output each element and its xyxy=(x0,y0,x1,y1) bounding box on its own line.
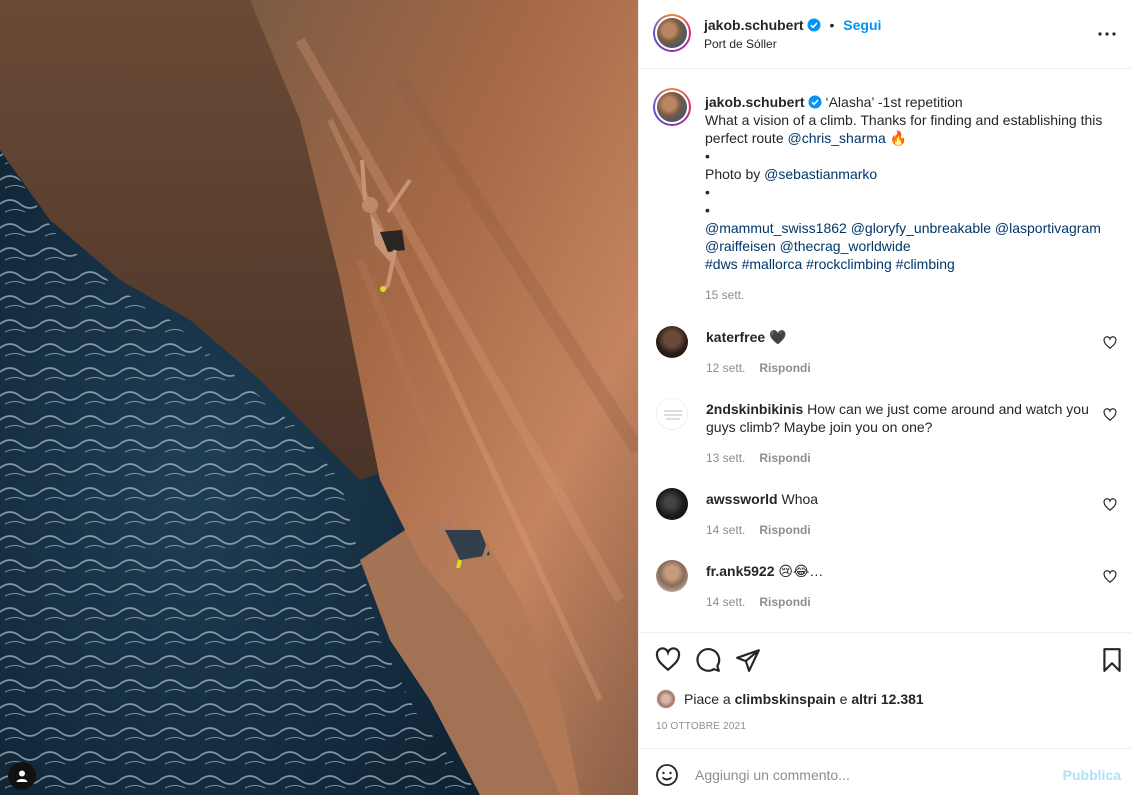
caption-intro: ‘Alasha’ -1st repetition xyxy=(825,94,963,110)
caption-timestamp[interactable]: 15 sett. xyxy=(705,288,744,302)
user-tag-button[interactable] xyxy=(8,762,36,790)
comment-input[interactable] xyxy=(695,763,1045,787)
likes-summary: Piace a climbskinspain e altri 12.381 xyxy=(656,689,924,709)
comment-text: Whoa xyxy=(781,491,819,507)
caption-bullet: • xyxy=(705,184,710,200)
heart-icon[interactable] xyxy=(1103,336,1117,350)
mention-link[interactable]: @sebastianmarko xyxy=(764,166,877,182)
publish-button[interactable]: Pubblica xyxy=(1063,767,1121,783)
caption-bullet: • xyxy=(705,148,710,164)
heart-icon[interactable] xyxy=(1103,408,1117,422)
commenter-avatar[interactable] xyxy=(656,398,688,430)
comment-meta: 14 sett. Rispondi xyxy=(706,523,811,537)
fire-emoji: 🔥 xyxy=(889,130,908,146)
comment-timestamp[interactable]: 12 sett. xyxy=(706,361,745,375)
commenter-username[interactable]: katerfree xyxy=(706,329,765,345)
bookmark-icon[interactable] xyxy=(1099,647,1125,673)
hashtag-link[interactable]: #rockclimbing xyxy=(806,256,892,272)
commenter-avatar[interactable] xyxy=(656,326,688,358)
climbing-photo-illustration xyxy=(0,0,638,795)
commenter-username[interactable]: fr.ank5922 xyxy=(706,563,775,579)
post-date[interactable]: 10 OTTOBRE 2021 xyxy=(656,721,746,732)
hashtag-link[interactable]: #mallorca xyxy=(742,256,803,272)
comment-text-line: 2ndskinbikinis How can we just come arou… xyxy=(706,400,1106,436)
mention-link[interactable]: @gloryfy_unbreakable xyxy=(851,220,991,236)
mention-link[interactable]: @thecrag_worldwide xyxy=(780,238,911,254)
comment-timestamp[interactable]: 14 sett. xyxy=(706,595,745,609)
comment-bubble-icon[interactable] xyxy=(695,647,721,673)
commenter-avatar[interactable] xyxy=(656,560,688,592)
likes-prefix: Piace a xyxy=(684,691,731,707)
post-location[interactable]: Port de Sóller xyxy=(704,37,777,51)
mention-link[interactable]: @raiffeisen xyxy=(705,238,776,254)
add-comment-bar: Pubblica xyxy=(639,748,1131,795)
commenter-avatar[interactable] xyxy=(656,488,688,520)
commenter-username[interactable]: 2ndskinbikinis xyxy=(706,401,803,417)
likes-middle: e xyxy=(839,691,848,707)
verified-badge-icon xyxy=(807,18,821,32)
comment-text: 😢😂… xyxy=(778,563,824,579)
post-header: jakob.schubert • Segui Port de Sóller xyxy=(639,0,1131,69)
comment-text-line: awssworld Whoa xyxy=(706,490,1106,508)
hashtag-link[interactable]: #dws xyxy=(705,256,738,272)
heart-icon[interactable] xyxy=(1103,570,1117,584)
reply-button[interactable]: Rispondi xyxy=(759,595,810,609)
post-side-panel: jakob.schubert • Segui Port de Sóller ja… xyxy=(638,0,1131,795)
post-caption: jakob.schubert ‘Alasha’ -1st repetition … xyxy=(705,93,1115,273)
comment-timestamp[interactable]: 14 sett. xyxy=(706,523,745,537)
comment-text-line: fr.ank5922 😢😂… xyxy=(706,562,1106,580)
reply-button[interactable]: Rispondi xyxy=(759,523,810,537)
follow-button[interactable]: Segui xyxy=(843,17,881,33)
more-options-button[interactable] xyxy=(1095,24,1119,44)
reply-button[interactable]: Rispondi xyxy=(759,451,810,465)
photo-credit-label: Photo by xyxy=(705,166,765,182)
user-tag-icon xyxy=(16,770,28,782)
comment-meta: 12 sett. Rispondi xyxy=(706,361,811,375)
commenter-username[interactable]: awssworld xyxy=(706,491,778,507)
smiley-icon[interactable] xyxy=(655,763,679,787)
post-photo[interactable] xyxy=(0,0,638,795)
verified-badge-icon xyxy=(808,95,822,109)
mention-link[interactable]: @mammut_swiss1862 xyxy=(705,220,847,236)
separator-dot: • xyxy=(829,17,835,33)
paper-plane-icon[interactable] xyxy=(735,647,761,673)
liker-avatar[interactable] xyxy=(656,689,676,709)
comment-timestamp[interactable]: 13 sett. xyxy=(706,451,745,465)
hashtag-link[interactable]: #climbing xyxy=(896,256,955,272)
comment-meta: 14 sett. Rispondi xyxy=(706,595,811,609)
reply-button[interactable]: Rispondi xyxy=(759,361,810,375)
mention-link[interactable]: @chris_sharma xyxy=(788,130,886,146)
brand-logo-icon xyxy=(664,410,682,420)
author-username[interactable]: jakob.schubert xyxy=(704,17,804,33)
likes-count-link[interactable]: altri 12.381 xyxy=(851,691,923,707)
caption-bullet: • xyxy=(705,202,710,218)
comment-text-line: katerfree 🖤 xyxy=(706,328,1106,346)
heart-icon[interactable] xyxy=(1103,498,1117,512)
liker-username[interactable]: climbskinspain xyxy=(735,691,836,707)
caption-author-avatar[interactable] xyxy=(653,88,691,126)
more-options-icon xyxy=(1098,32,1116,36)
header-user-line: jakob.schubert • Segui xyxy=(704,17,881,33)
heart-icon[interactable] xyxy=(655,647,681,673)
post-actions: Piace a climbskinspain e altri 12.381 10… xyxy=(639,632,1131,748)
mention-link[interactable]: @lasportivagram xyxy=(995,220,1101,236)
comment-text: 🖤 xyxy=(769,329,787,345)
comment-meta: 13 sett. Rispondi xyxy=(706,451,811,465)
author-avatar[interactable] xyxy=(653,14,691,52)
caption-username[interactable]: jakob.schubert xyxy=(705,94,805,110)
